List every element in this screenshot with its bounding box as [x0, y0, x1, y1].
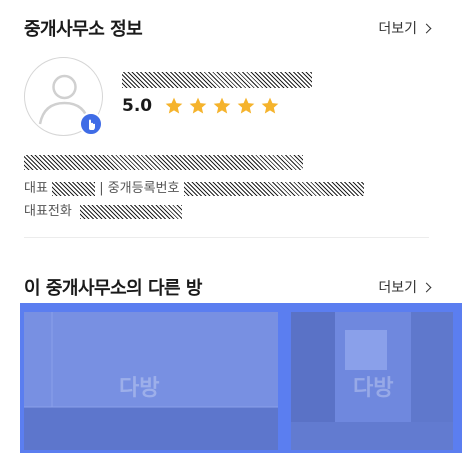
room-thumbnail[interactable]: 다방 — [291, 312, 453, 450]
redacted-agency-name — [122, 72, 312, 88]
other-rooms-gallery[interactable]: 다방 다방 — [20, 303, 462, 453]
thumbnail-watermark: 다방 — [353, 376, 394, 401]
reg-number-label: | 중개등록번호 — [99, 181, 180, 196]
star-icon — [189, 97, 207, 114]
rep-reg-line: 대표 | 중개등록번호 — [24, 177, 364, 196]
other-rooms-title: 이 중개사무소의 다른 방 — [24, 278, 202, 299]
rating-value: 5.0 — [122, 96, 153, 116]
phone-label: 대표전화 — [24, 204, 72, 219]
chevron-right-icon — [421, 282, 432, 292]
other-rooms-more-label: 더보기 — [378, 280, 417, 296]
agency-info-title: 중개사무소 정보 — [24, 19, 143, 40]
other-rooms-more-link[interactable]: 더보기 — [378, 277, 432, 297]
rep-label: 대표 — [24, 181, 48, 196]
phone-line: 대표전화 — [24, 200, 182, 219]
star-icon — [237, 97, 255, 114]
agency-more-link[interactable]: 더보기 — [378, 18, 432, 38]
other-rooms-header: 이 중개사무소의 다른 방 더보기 — [24, 274, 432, 300]
touch-icon — [89, 119, 95, 130]
rating-stars — [164, 96, 280, 116]
redacted-reg-number — [183, 181, 364, 196]
agency-rating: 5.0 — [122, 96, 280, 116]
section-divider — [24, 237, 429, 238]
redacted-address — [24, 155, 303, 170]
thumbnail-watermark: 다방 — [119, 376, 160, 401]
redacted-rep-name — [52, 181, 96, 196]
star-icon — [213, 97, 231, 114]
agency-info-header: 중개사무소 정보 더보기 — [24, 15, 432, 41]
verified-badge — [79, 112, 103, 136]
star-icon — [261, 97, 279, 114]
chevron-right-icon — [421, 23, 432, 33]
agency-more-label: 더보기 — [378, 21, 417, 37]
redacted-phone — [79, 204, 182, 219]
room-thumbnail[interactable]: 다방 — [24, 312, 278, 450]
star-icon — [165, 97, 183, 114]
